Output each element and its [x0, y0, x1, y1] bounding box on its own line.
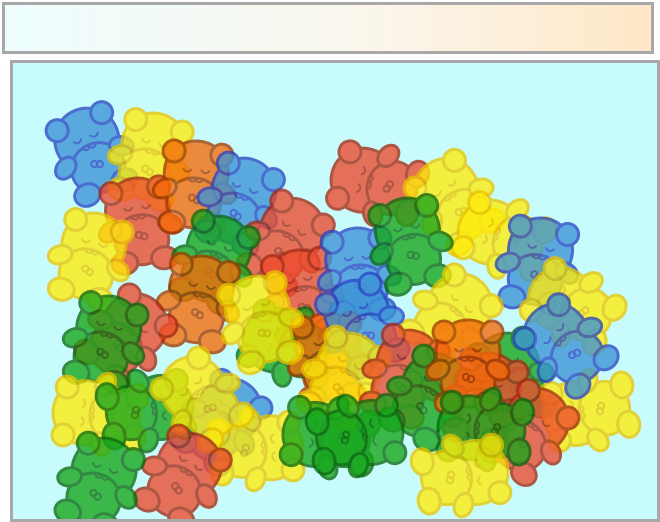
top-status-bar — [2, 2, 654, 54]
candy-jar — [10, 60, 660, 522]
gummy-bear-pile — [31, 92, 646, 519]
